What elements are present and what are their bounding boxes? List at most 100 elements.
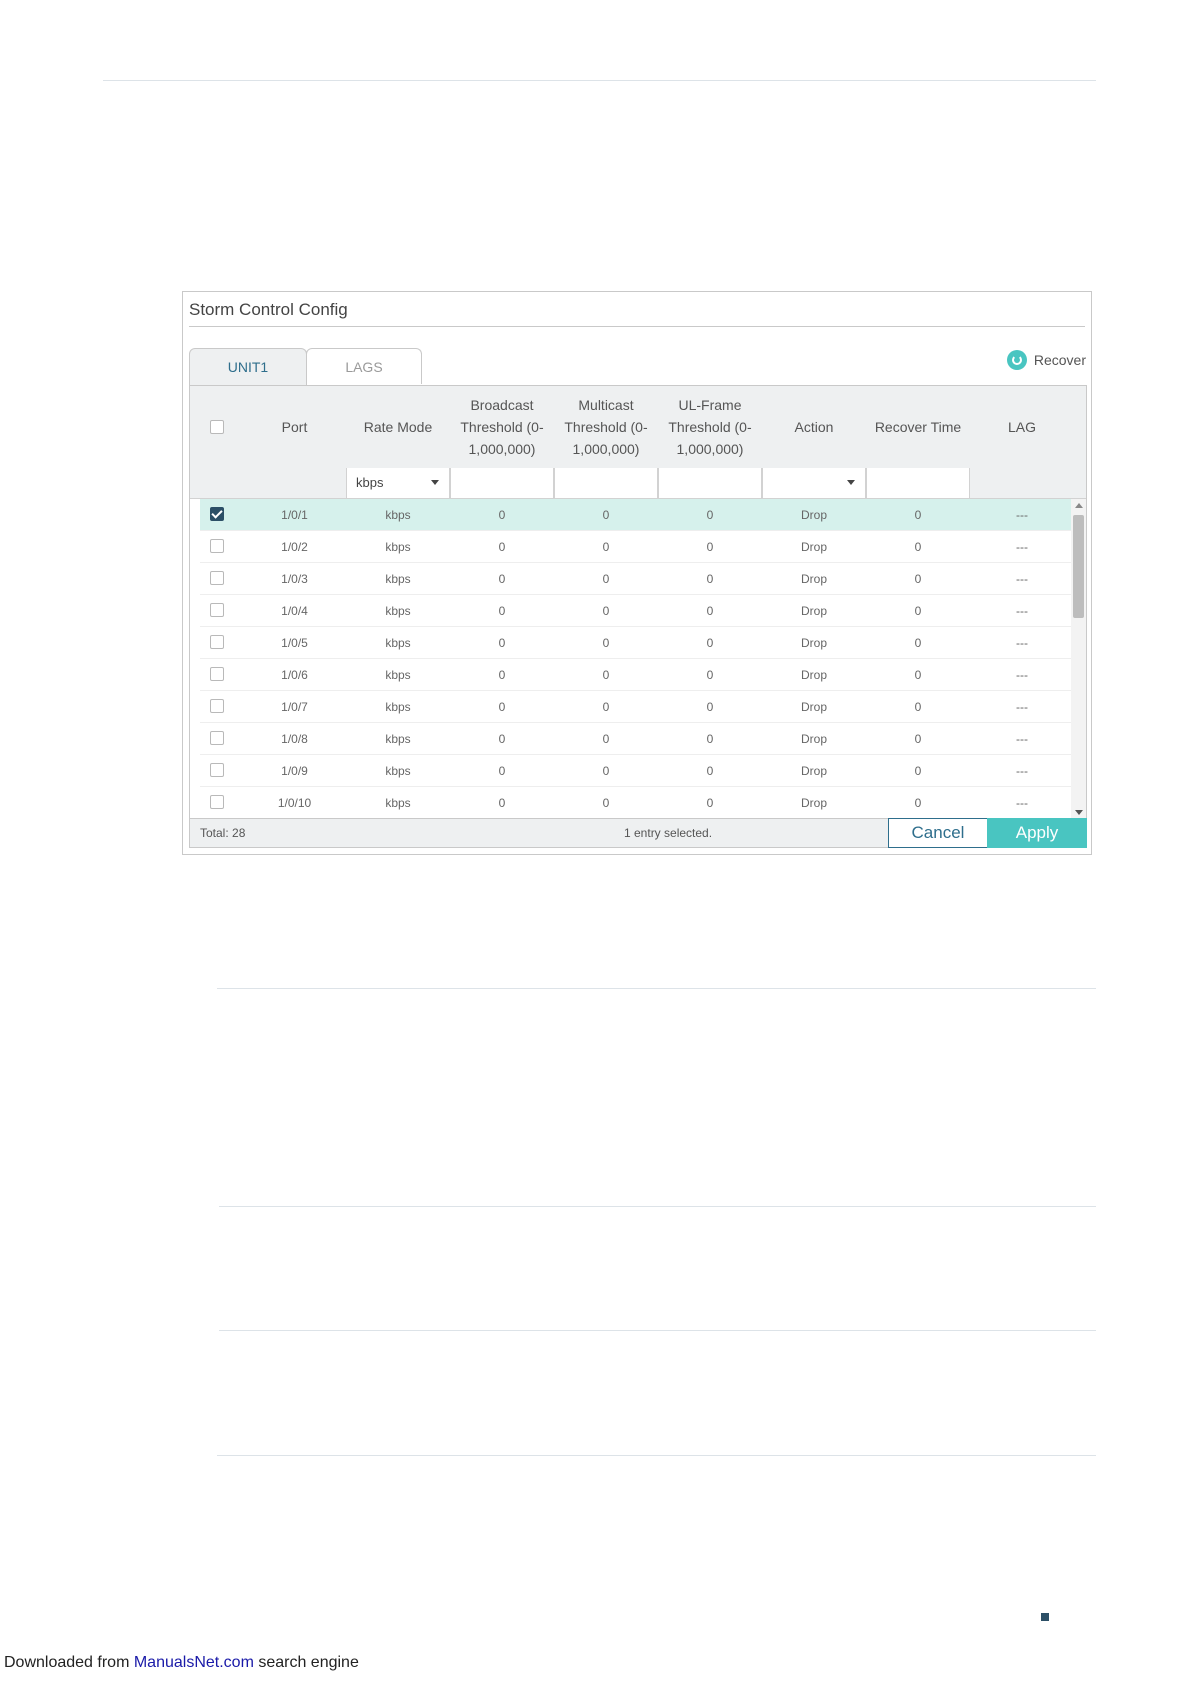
cell-broadcast: 0 [498, 635, 506, 650]
select-all-checkbox[interactable] [210, 420, 224, 434]
cell-action: Drop [800, 699, 827, 714]
cell-lag: --- [1016, 667, 1028, 682]
scroll-up-icon[interactable] [1075, 503, 1083, 508]
row-checkbox[interactable] [210, 731, 224, 745]
filter-action-select[interactable] [762, 468, 866, 498]
cell-broadcast: 0 [498, 795, 506, 810]
cell-recover-time: 0 [914, 507, 922, 522]
filter-multicast-input[interactable] [554, 468, 658, 498]
cell-action: Drop [800, 763, 827, 778]
chevron-down-icon [431, 480, 439, 485]
apply-button[interactable]: Apply [987, 818, 1087, 848]
table-footer: Total: 28 1 entry selected. Cancel Apply [189, 818, 1087, 848]
manualsnet-link[interactable]: ManualsNet.com [134, 1654, 254, 1671]
tab-unit1[interactable]: UNIT1 [189, 348, 307, 385]
header-port: Port [281, 419, 308, 435]
scroll-thumb[interactable] [1073, 515, 1084, 618]
cell-port: 1/0/6 [281, 667, 308, 682]
row-checkbox[interactable] [210, 635, 224, 649]
cell-broadcast: 0 [498, 731, 506, 746]
cell-broadcast: 0 [498, 603, 506, 618]
cell-ulframe: 0 [706, 763, 714, 778]
cell-port: 1/0/5 [281, 635, 308, 650]
cell-rate-mode: kbps [385, 635, 411, 650]
recover-button[interactable]: Recover [1006, 350, 1086, 370]
table-row[interactable]: 1/0/7 kbps 0 0 0 Drop 0 --- [200, 691, 1073, 723]
table-row[interactable]: 1/0/8 kbps 0 0 0 Drop 0 --- [200, 723, 1073, 755]
table-row[interactable]: 1/0/5 kbps 0 0 0 Drop 0 --- [200, 627, 1073, 659]
cell-multicast: 0 [602, 795, 610, 810]
storm-control-panel: Storm Control Config UNIT1 LAGS Recover … [182, 291, 1092, 855]
cell-recover-time: 0 [914, 603, 922, 618]
table-row[interactable]: 1/0/9 kbps 0 0 0 Drop 0 --- [200, 755, 1073, 787]
cell-rate-mode: kbps [385, 539, 411, 554]
row-checkbox[interactable] [210, 571, 224, 585]
filter-ulframe-input[interactable] [658, 468, 762, 498]
header-action: Action [794, 419, 834, 435]
filter-broadcast-input[interactable] [450, 468, 554, 498]
chevron-down-icon [847, 480, 855, 485]
tab-lags[interactable]: LAGS [306, 348, 422, 384]
cell-port: 1/0/7 [281, 699, 308, 714]
cell-multicast: 0 [602, 507, 610, 522]
row-checkbox[interactable] [210, 603, 224, 617]
cell-action: Drop [800, 635, 827, 650]
cell-multicast: 0 [602, 763, 610, 778]
cell-action: Drop [800, 667, 827, 682]
header-recover-time: Recover Time [874, 419, 962, 435]
cell-lag: --- [1016, 539, 1028, 554]
row-checkbox[interactable] [210, 699, 224, 713]
cell-lag: --- [1016, 699, 1028, 714]
cell-ulframe: 0 [706, 507, 714, 522]
cell-rate-mode: kbps [385, 731, 411, 746]
cell-recover-time: 0 [914, 763, 922, 778]
cell-port: 1/0/4 [281, 603, 308, 618]
cell-broadcast: 0 [498, 539, 506, 554]
cell-recover-time: 0 [914, 731, 922, 746]
cell-recover-time: 0 [914, 539, 922, 554]
filter-row: kbps [190, 468, 1086, 499]
filter-rate-mode-select[interactable]: kbps [346, 468, 450, 498]
title-divider [189, 326, 1085, 327]
cancel-button[interactable]: Cancel [888, 818, 988, 848]
cell-broadcast: 0 [498, 699, 506, 714]
download-footer: Downloaded from ManualsNet.com search en… [4, 1654, 359, 1671]
cell-ulframe: 0 [706, 699, 714, 714]
cell-rate-mode: kbps [385, 667, 411, 682]
table-row[interactable]: 1/0/6 kbps 0 0 0 Drop 0 --- [200, 659, 1073, 691]
cell-rate-mode: kbps [385, 603, 411, 618]
row-checkbox[interactable] [210, 539, 224, 553]
table-row[interactable]: 1/0/3 kbps 0 0 0 Drop 0 --- [200, 563, 1073, 595]
row-checkbox[interactable] [210, 507, 224, 521]
cell-rate-mode: kbps [385, 795, 411, 810]
cell-broadcast: 0 [498, 571, 506, 586]
refresh-icon [1006, 350, 1027, 370]
filter-recover-time-input[interactable] [866, 468, 970, 498]
table-row[interactable]: 1/0/10 kbps 0 0 0 Drop 0 --- [200, 787, 1073, 818]
cell-multicast: 0 [602, 699, 610, 714]
row-checkbox[interactable] [210, 795, 224, 809]
cell-action: Drop [800, 507, 827, 522]
cell-recover-time: 0 [914, 571, 922, 586]
section-rule-4 [217, 1455, 1096, 1456]
table-row[interactable]: 1/0/4 kbps 0 0 0 Drop 0 --- [200, 595, 1073, 627]
table-scrollbar[interactable] [1071, 499, 1086, 818]
cell-lag: --- [1016, 571, 1028, 586]
cell-action: Drop [800, 795, 827, 810]
cell-action: Drop [800, 731, 827, 746]
row-checkbox[interactable] [210, 763, 224, 777]
cell-rate-mode: kbps [385, 571, 411, 586]
cell-ulframe: 0 [706, 795, 714, 810]
row-checkbox[interactable] [210, 667, 224, 681]
table-body: 1/0/1 kbps 0 0 0 Drop 0 --- 1/0/2 kbps 0 0 0 Drop 0 ---… [200, 499, 1073, 818]
scroll-down-icon[interactable] [1075, 810, 1083, 815]
table-row[interactable]: 1/0/1 kbps 0 0 0 Drop 0 --- [200, 499, 1073, 531]
header-rate-mode: Rate Mode [363, 419, 433, 435]
cell-action: Drop [800, 539, 827, 554]
header-multicast: Multicast Threshold (0- 1,000,000) [564, 397, 648, 457]
cell-multicast: 0 [602, 731, 610, 746]
cell-ulframe: 0 [706, 635, 714, 650]
table-row[interactable]: 1/0/2 kbps 0 0 0 Drop 0 --- [200, 531, 1073, 563]
cell-lag: --- [1016, 731, 1028, 746]
cell-multicast: 0 [602, 539, 610, 554]
